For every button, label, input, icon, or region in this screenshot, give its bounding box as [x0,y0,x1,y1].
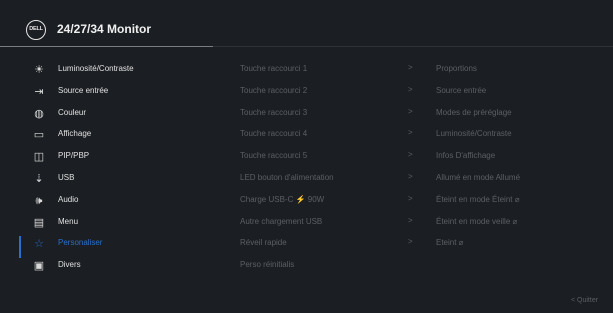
usb-icon: ⇣ [34,173,44,185]
option-value-label: Luminosité/Contraste [436,129,512,139]
chevron-right-icon: > [408,84,413,94]
menu-item-label: USB [58,173,75,182]
monitor-osd: DELL 24/27/34 Monitor ☀ Luminosité/Contra… [0,0,613,313]
menu-item-audio[interactable]: 🕪 Audio [0,190,230,212]
option-value: Éteint en mode Éteint ⌀ [436,190,606,212]
option-value: Infos D'affichage [436,146,606,168]
menu-item-label: Affichage [58,129,92,139]
chevron-right-icon: > [408,106,413,116]
menu-item-luminosit-contraste[interactable]: ☀ Luminosité/Contraste [0,59,230,81]
chevron-right-icon: > [408,172,413,181]
menu-item-divers[interactable]: ▣ Divers [0,255,230,277]
menu-item-label: Divers [58,260,81,270]
submenu-option[interactable]: Charge USB-C ⚡ 90W > [240,190,430,212]
option-label: Touche raccourci 3 [240,107,308,117]
submenu-option[interactable]: Autre chargement USB > [240,212,430,234]
menu-item-label: Audio [58,194,79,204]
menu-item-source-entr-e[interactable]: ⇥ Source entrée [0,81,230,103]
option-value: Source entrée [436,81,606,103]
submenu-option[interactable]: LED bouton d'alimentation > [240,168,430,190]
submenu-option[interactable]: Touche raccourci 1 > [240,59,430,81]
pip-pbp-icon: ◫ [33,151,45,164]
option-value: Allumé en mode Allumé [436,168,606,190]
menu-item-label: PIP/PBP [58,151,90,161]
option-value: Modes de préréglage [436,103,606,125]
option-label: Touche raccourci 1 [240,64,308,73]
option-label: Charge USB-C ⚡ 90W [240,194,325,204]
audio-icon: 🕪 [35,194,43,207]
option-label: Perso réinitialis [240,260,295,270]
header-divider [0,46,213,47]
chevron-right-icon: > [408,150,413,160]
option-value-label: Eteint ⌀ [436,238,464,248]
chevron-right-icon: > [408,215,413,225]
submenu-option[interactable]: Touche raccourci 2 > [240,81,430,103]
option-value-label: Proportions [436,64,477,73]
option-label: Réveil rapide [240,238,287,248]
submenu-option[interactable]: Touche raccourci 4 > [240,124,430,146]
chevron-right-icon: > [408,193,413,203]
chevron-right-icon: > [408,63,413,72]
option-value: Proportions [436,59,606,81]
option-value-label: Modes de préréglage [436,107,512,117]
option-label: Autre chargement USB [240,216,323,226]
option-value-label: Source entrée [436,85,487,95]
menu-item-couleur[interactable]: ◍ Couleur [0,103,230,125]
submenu-option[interactable]: Réveil rapide > [240,233,430,255]
option-value-label: Infos D'affichage [436,151,496,161]
brightness-icon: ☀ [34,64,44,76]
input-source-icon: ⇥ [34,85,44,98]
menu-item-affichage[interactable]: ▭ Affichage [0,124,230,146]
dell-logo: DELL [26,20,46,40]
menu-item-label: Source entrée [58,85,109,95]
option-value: Eteint ⌀ [436,233,606,255]
menu-item-pip-pbp[interactable]: ◫ PIP/PBP [0,146,230,168]
menu-item-personaliser[interactable]: ☆ Personaliser [0,233,230,255]
chevron-right-icon: > [408,237,413,247]
osd-header: DELL 24/27/34 Monitor [0,0,613,47]
osd-title: 24/27/34 Monitor [57,22,152,36]
display-icon: ▭ [33,129,45,142]
submenu-option[interactable]: Perso réinitialis [240,255,430,277]
menu-item-usb[interactable]: ⇣ USB [0,168,230,190]
quit-button[interactable]: < Quitter [571,297,598,304]
misc-icon: ▣ [33,260,45,273]
chevron-right-icon: > [408,128,413,138]
color-icon: ◍ [34,107,44,120]
option-value: Éteint en mode veille ⌀ [436,212,606,234]
submenu-option[interactable]: Touche raccourci 5 > [240,146,430,168]
option-value-label: Éteint en mode veille ⌀ [436,216,518,226]
option-label: Touche raccourci 4 [240,129,308,139]
menu-item-label: Personaliser [58,238,103,248]
menu-item-label: Couleur [58,107,87,117]
option-label: Touche raccourci 2 [240,85,308,95]
option-label: Touche raccourci 5 [240,151,308,161]
star-icon: ☆ [34,238,44,251]
header-divider-right [213,46,613,47]
menu-item-menu[interactable]: ▤ Menu [0,212,230,234]
menu-item-label: Luminosité/Contraste [58,64,134,73]
option-value-label: Éteint en mode Éteint ⌀ [436,194,520,204]
option-label: LED bouton d'alimentation [240,173,334,182]
menu-icon: ▤ [33,216,45,229]
option-value: Luminosité/Contraste [436,124,606,146]
option-value [436,255,606,277]
option-value-label: Allumé en mode Allumé [436,173,521,182]
menu-item-label: Menu [58,216,79,226]
submenu-option[interactable]: Touche raccourci 3 > [240,103,430,125]
